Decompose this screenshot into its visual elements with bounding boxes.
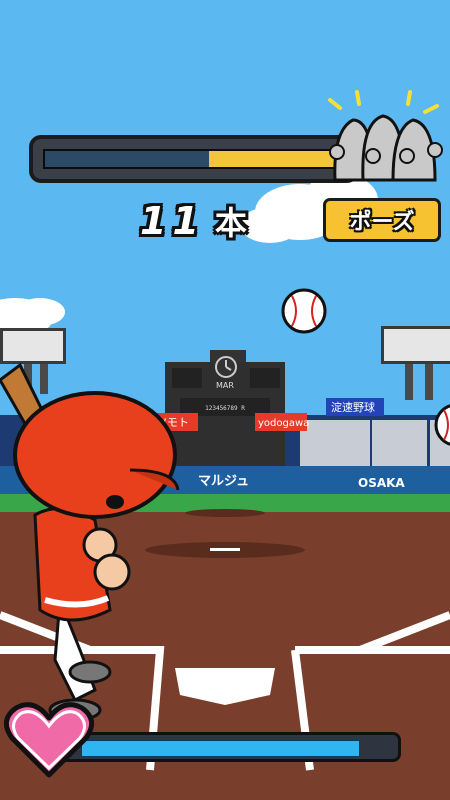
scoreboard-label: MAR xyxy=(216,381,234,390)
scoreboard-digits: 123456789 R xyxy=(205,405,245,412)
heart-icon xyxy=(4,702,94,778)
life-fill xyxy=(81,740,360,757)
homerun-count: 11 xyxy=(140,199,205,243)
life-bar xyxy=(55,732,401,762)
homerun-counter: 11 本 xyxy=(140,198,247,244)
progress-fill xyxy=(208,151,343,167)
crowd-icon xyxy=(328,90,443,182)
wall-text-left: マルジュ xyxy=(198,474,249,489)
wall-text-right: OSAKA xyxy=(358,476,405,490)
baseball-icon xyxy=(281,288,327,334)
pitchers-plate xyxy=(210,548,240,551)
homerun-count-unit: 本 xyxy=(214,204,247,242)
ad-right-text: yodogawa xyxy=(258,418,309,429)
progress-track xyxy=(43,149,345,169)
homerun-progress-bar xyxy=(29,135,359,183)
pause-button[interactable]: ポーズ xyxy=(323,198,441,242)
ad-banner-text: 淀速野球 xyxy=(331,400,375,414)
